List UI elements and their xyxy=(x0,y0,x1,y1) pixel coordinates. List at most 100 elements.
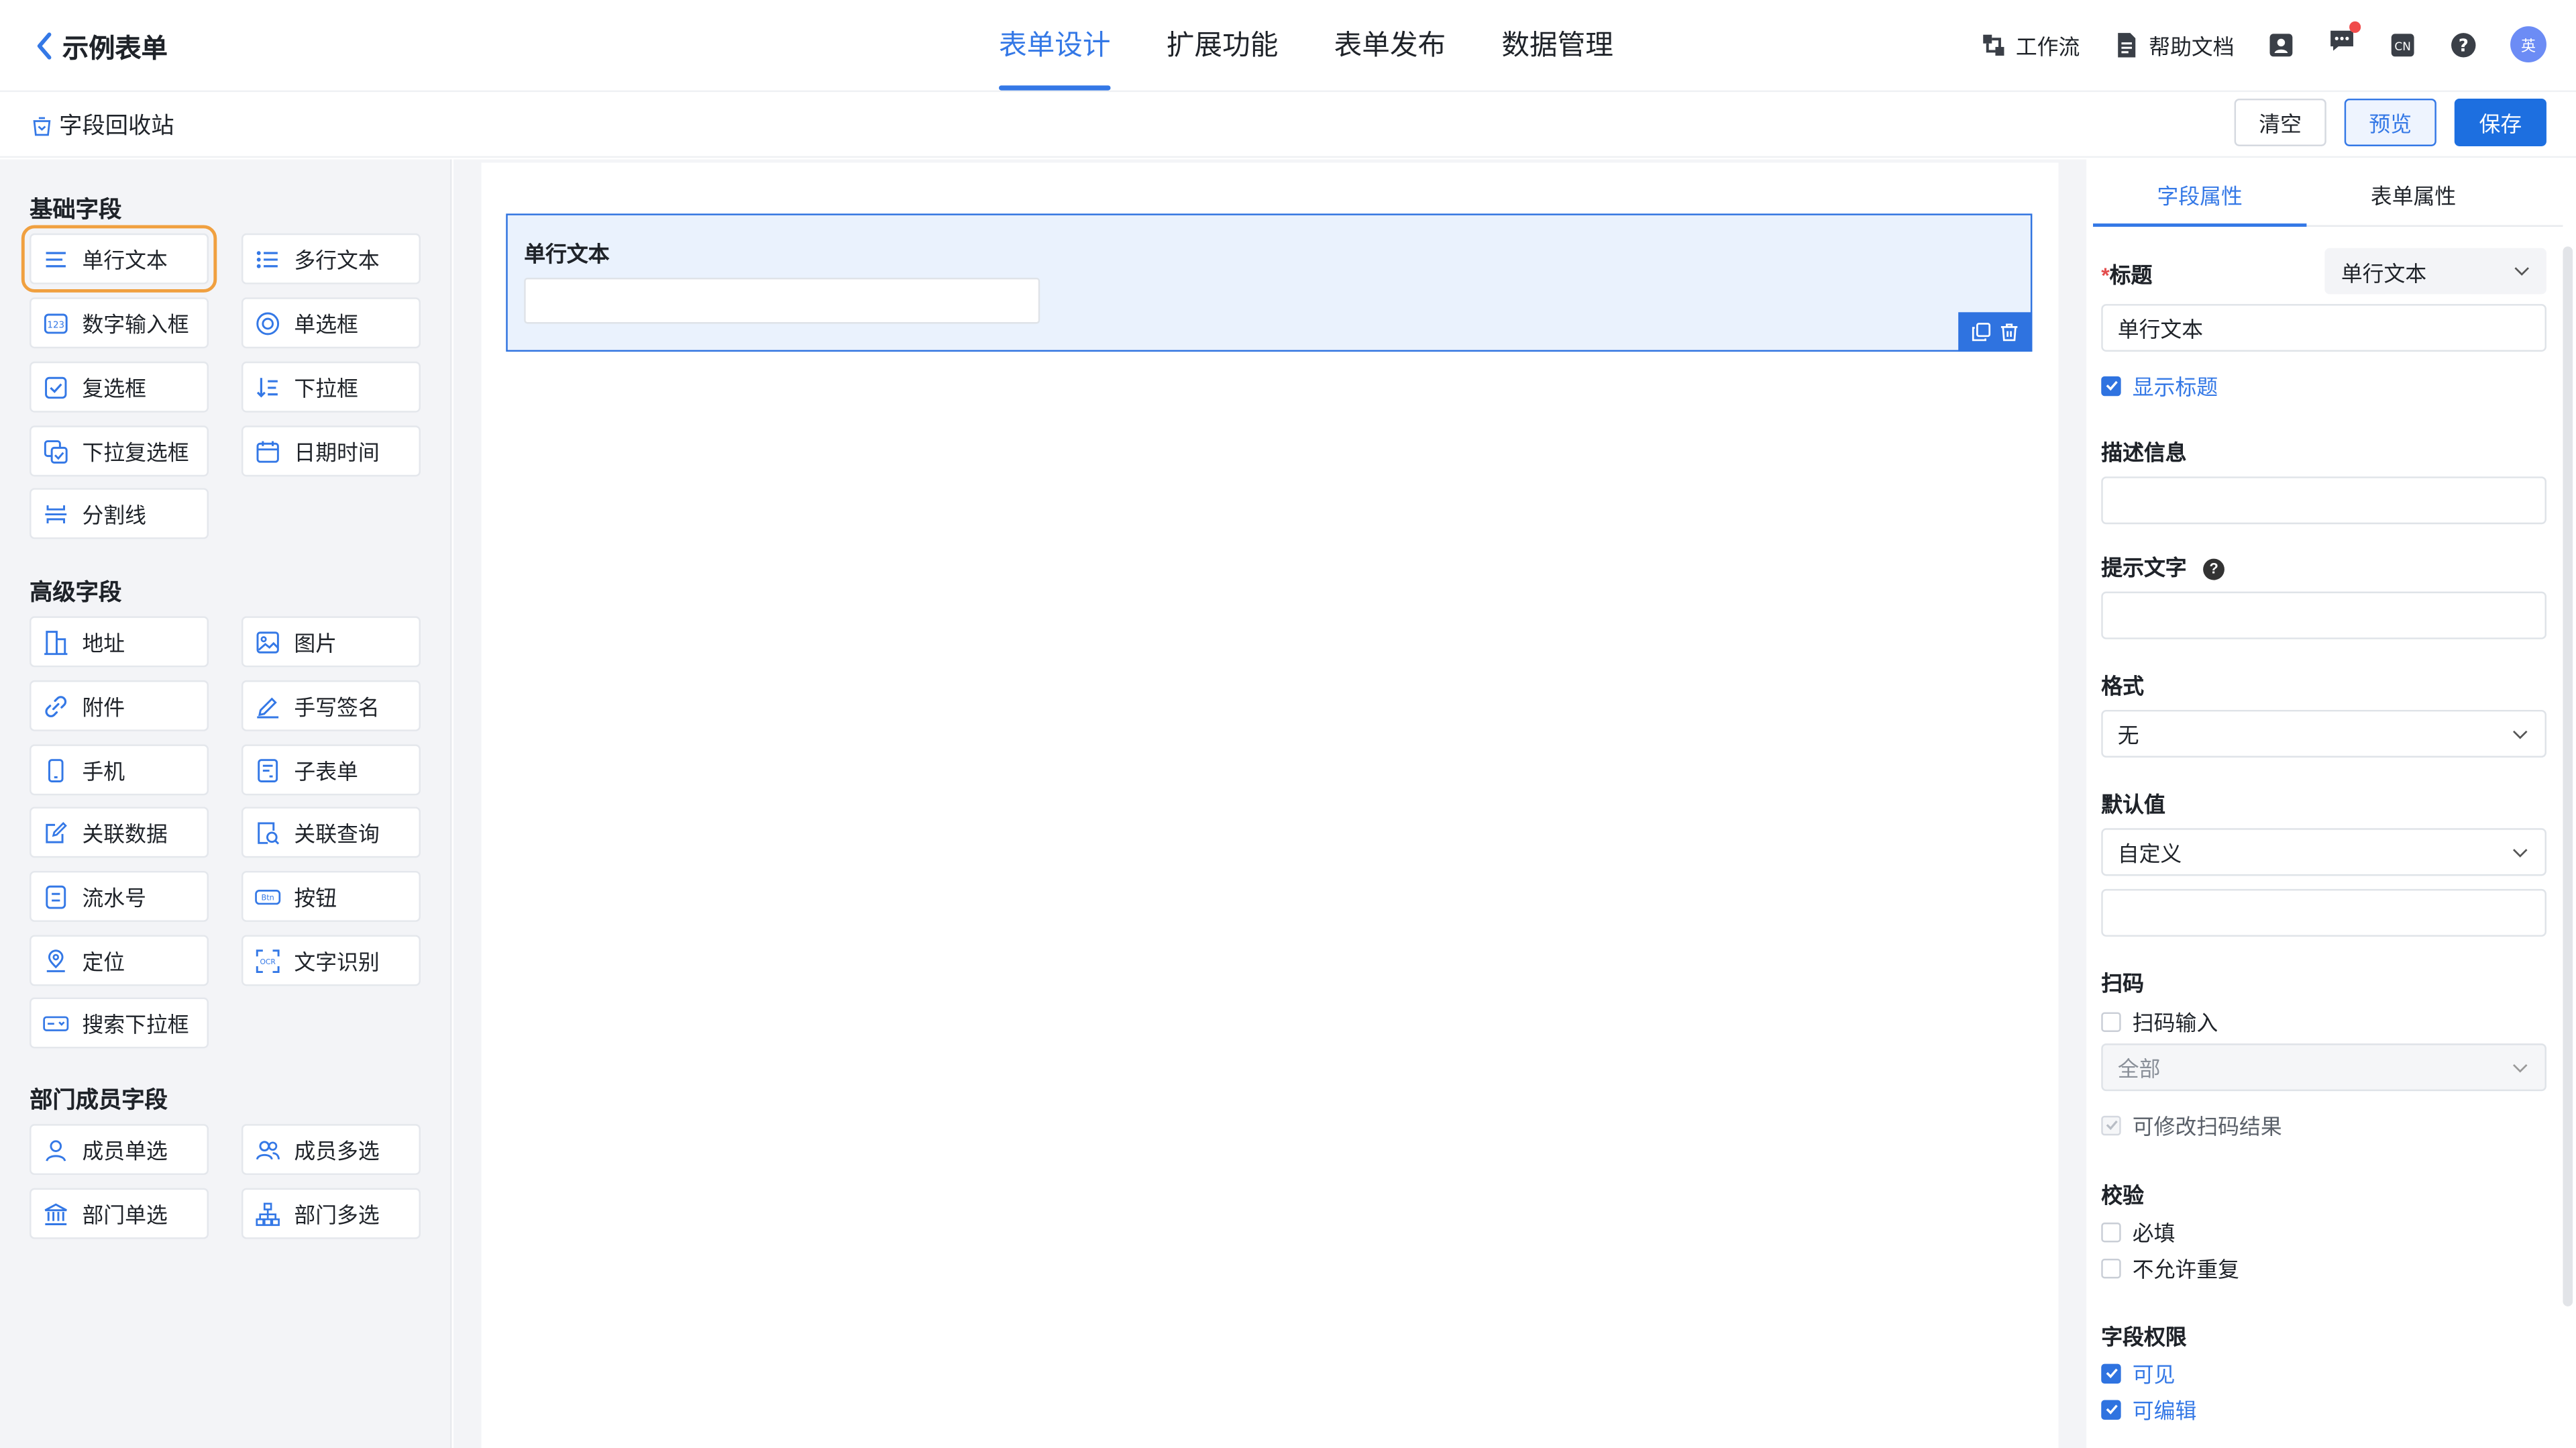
checkbox-icon xyxy=(45,376,67,398)
tab-field-properties[interactable]: 字段属性 xyxy=(2093,168,2307,227)
field-member-multi[interactable]: 成员多选 xyxy=(241,1124,421,1176)
field-divider[interactable]: 分割线 xyxy=(30,488,209,539)
field-dropdown[interactable]: 下拉框 xyxy=(241,361,421,413)
field-label: 复选框 xyxy=(82,376,146,401)
property-scrollbar[interactable] xyxy=(2563,246,2573,1306)
check-icon xyxy=(2105,1120,2117,1131)
visible-checkbox[interactable]: 可见 xyxy=(2101,1357,2176,1389)
field-dropdown-multi[interactable]: 下拉复选框 xyxy=(30,425,209,477)
workflow-button[interactable]: 工作流 xyxy=(1980,29,2080,60)
tab-form-properties[interactable]: 表单属性 xyxy=(2306,168,2520,225)
workflow-label: 工作流 xyxy=(2015,34,2080,58)
field-button[interactable]: Btn 按钮 xyxy=(241,870,421,922)
delete-icon[interactable] xyxy=(1999,322,2019,342)
clear-button[interactable]: 清空 xyxy=(2234,98,2326,146)
tab-form-design[interactable]: 表单设计 xyxy=(998,0,1111,92)
field-single-line-text[interactable]: 单行文本 xyxy=(21,225,217,293)
question-icon[interactable]: ? xyxy=(2203,558,2224,580)
checkbox-unchecked xyxy=(2101,1221,2121,1242)
checkbox-unchecked xyxy=(2101,1011,2121,1031)
field-label: 手写签名 xyxy=(294,694,380,720)
field-signature[interactable]: 手写签名 xyxy=(241,680,421,731)
scan-input-checkbox[interactable]: 扫码输入 xyxy=(2101,1006,2218,1037)
action-buttons: 清空 预览 保存 xyxy=(2234,98,2546,146)
field-label: 数字输入框 xyxy=(82,312,189,338)
form-title: 示例表单 xyxy=(62,36,168,64)
permission-label: 字段权限 xyxy=(2101,1324,2187,1349)
multi-check-icon xyxy=(44,439,68,463)
field-card-label: 单行文本 xyxy=(524,242,610,266)
field-datetime[interactable]: 日期时间 xyxy=(241,425,421,477)
no-duplicate-checkbox[interactable]: 不允许重复 xyxy=(2101,1252,2239,1284)
field-related-query[interactable]: 关联查询 xyxy=(241,807,421,858)
language-switch[interactable]: CN xyxy=(2389,30,2417,58)
tab-publish[interactable]: 表单发布 xyxy=(1334,0,1446,92)
contacts-icon[interactable] xyxy=(2267,30,2296,58)
field-location[interactable]: 定位 xyxy=(30,935,209,986)
link-icon xyxy=(45,695,67,717)
app-root: 示例表单 表单设计 扩展功能 表单发布 数据管理 工作流 帮助文档 CN ? 英… xyxy=(0,0,2576,1448)
field-dept-multi[interactable]: 部门多选 xyxy=(241,1188,421,1239)
field-label: 文字识别 xyxy=(294,949,380,975)
field-subform[interactable]: 子表单 xyxy=(241,744,421,796)
field-related-data[interactable]: 关联数据 xyxy=(30,807,209,858)
hint-input[interactable] xyxy=(2101,591,2546,639)
field-label: 按钮 xyxy=(294,886,337,911)
chevron-down-icon xyxy=(2513,1064,2528,1073)
title-input[interactable]: 单行文本 xyxy=(2101,304,2546,352)
show-title-checkbox[interactable]: 显示标题 xyxy=(2101,370,2218,401)
tab-data-management[interactable]: 数据管理 xyxy=(1501,0,1613,92)
default-mode-select[interactable]: 自定义 xyxy=(2101,828,2546,876)
pen-icon xyxy=(257,696,279,718)
default-mode-value: 自定义 xyxy=(2117,841,2182,866)
tab-extensions[interactable]: 扩展功能 xyxy=(1167,0,1279,92)
format-label: 格式 xyxy=(2101,674,2144,699)
form-canvas[interactable] xyxy=(481,162,2059,1448)
field-radio[interactable]: 单选框 xyxy=(241,297,421,349)
title-type-select[interactable]: 单行文本 xyxy=(2324,248,2546,295)
field-card-input[interactable] xyxy=(524,277,1040,324)
field-mobile[interactable]: 手机 xyxy=(30,744,209,796)
scan-scope-value: 全部 xyxy=(2117,1056,2161,1082)
property-tabs: 字段属性 表单属性 xyxy=(2093,168,2563,227)
required-checkbox[interactable]: 必填 xyxy=(2101,1216,2176,1247)
help-icon[interactable]: ? xyxy=(2449,30,2477,58)
image-icon xyxy=(256,631,279,653)
field-label: 单选框 xyxy=(294,312,358,338)
help-docs-button[interactable]: 帮助文档 xyxy=(2112,29,2235,60)
editable-checkbox[interactable]: 可编辑 xyxy=(2101,1394,2196,1425)
field-checkbox[interactable]: 复选框 xyxy=(30,361,209,413)
back-button[interactable]: 示例表单 xyxy=(33,26,168,66)
field-attachment[interactable]: 附件 xyxy=(30,680,209,731)
visible-label: 可见 xyxy=(2132,1362,2176,1387)
subform-icon xyxy=(258,758,278,782)
field-multi-line-text[interactable]: 多行文本 xyxy=(241,233,421,285)
field-recycle-bin[interactable]: 字段回收站 xyxy=(32,109,174,142)
ocr-scan-icon: OCR xyxy=(256,949,280,972)
save-button[interactable]: 保存 xyxy=(2454,98,2546,146)
field-label: 子表单 xyxy=(294,759,358,784)
field-image[interactable]: 图片 xyxy=(241,616,421,668)
copy-icon[interactable] xyxy=(1972,322,1991,342)
field-member-single[interactable]: 成员单选 xyxy=(30,1124,209,1176)
field-serial-number[interactable]: 流水号 xyxy=(30,870,209,922)
description-input[interactable] xyxy=(2101,476,2546,525)
scan-editable-checkbox: 可修改扫码结果 xyxy=(2101,1109,2282,1141)
field-number-input[interactable]: 123 数字输入框 xyxy=(30,297,209,349)
checkbox-unchecked xyxy=(2101,1257,2121,1278)
format-select[interactable]: 无 xyxy=(2101,709,2546,758)
default-value-input[interactable] xyxy=(2101,888,2546,937)
field-dept-single[interactable]: 部门单选 xyxy=(30,1188,209,1239)
field-label: 附件 xyxy=(82,694,125,720)
serial-icon xyxy=(46,884,66,909)
user-avatar[interactable]: 英 xyxy=(2510,26,2546,63)
checkbox-disabled xyxy=(2101,1115,2121,1135)
default-value-label: 默认值 xyxy=(2101,792,2165,817)
field-search-dropdown[interactable]: 搜索下拉框 xyxy=(30,997,209,1049)
field-address[interactable]: 地址 xyxy=(30,616,209,668)
field-ocr[interactable]: OCR 文字识别 xyxy=(241,935,421,986)
selected-field-card[interactable]: 单行文本 xyxy=(506,213,2033,352)
preview-button[interactable]: 预览 xyxy=(2344,98,2436,146)
field-label: 手机 xyxy=(82,759,125,784)
messages-button[interactable] xyxy=(2328,21,2361,62)
